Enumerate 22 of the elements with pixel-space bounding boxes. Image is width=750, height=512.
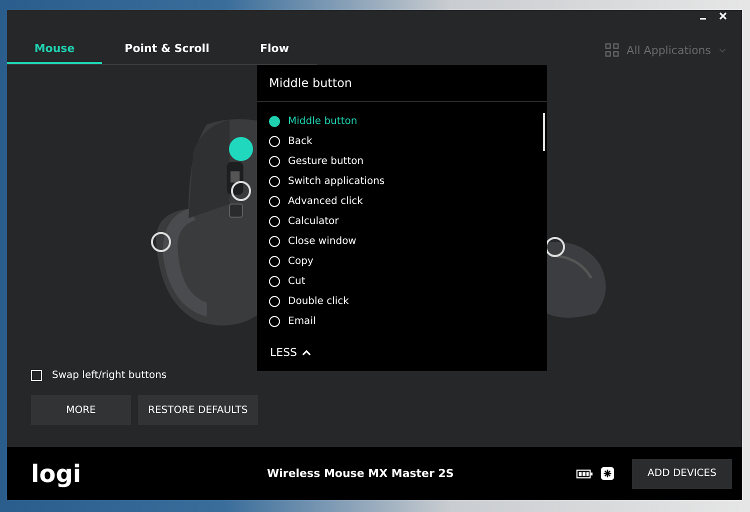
option-label[interactable]: Double click bbox=[288, 296, 349, 306]
option-label[interactable]: Copy bbox=[288, 256, 314, 266]
less-button[interactable]: LESS bbox=[257, 346, 312, 371]
option-label[interactable]: Close window bbox=[288, 236, 356, 246]
action-button[interactable]: MORE bbox=[31, 395, 131, 425]
checkbox-label: Swap left/right buttons bbox=[52, 370, 167, 381]
add-devices-button[interactable]: ADD DEVICES bbox=[632, 458, 732, 488]
option-label[interactable]: Gesture button bbox=[288, 156, 364, 166]
menu-title: Middle button bbox=[257, 65, 547, 102]
tab[interactable]: Flow bbox=[232, 34, 317, 64]
option-label[interactable]: Middle button bbox=[288, 116, 358, 126]
option-label[interactable]: Switch applications bbox=[288, 176, 385, 186]
option-label[interactable]: Email bbox=[288, 316, 316, 326]
option-label[interactable]: Back bbox=[288, 136, 312, 146]
device-name: Wireless Mouse MX Master 2S bbox=[267, 467, 454, 480]
logo: logi bbox=[31, 460, 82, 488]
tab[interactable]: Point & Scroll bbox=[102, 34, 232, 64]
tab[interactable]: Mouse bbox=[7, 34, 102, 64]
option-label[interactable]: Advanced click bbox=[288, 196, 363, 206]
option-label[interactable]: Calculator bbox=[288, 216, 339, 226]
option-label[interactable]: Cut bbox=[288, 276, 306, 286]
action-button[interactable]: RESTORE DEFAULTS bbox=[138, 395, 258, 425]
